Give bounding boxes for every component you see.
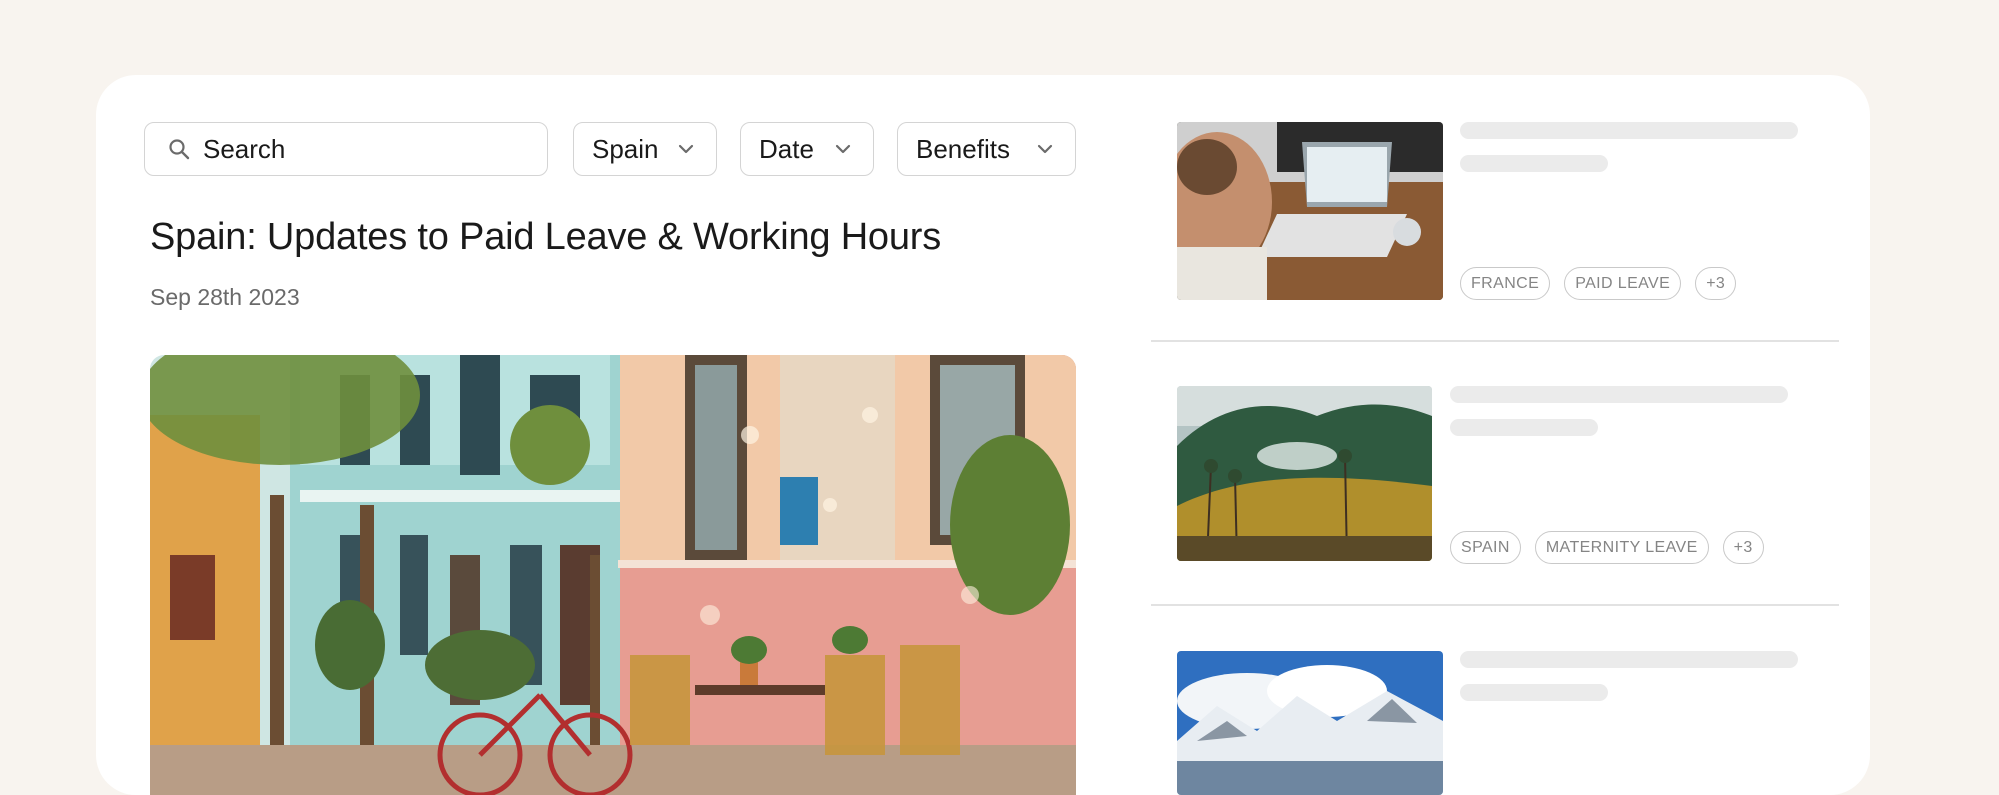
tag-list: SPAIN MATERNITY LEAVE +3 [1450, 531, 1764, 564]
article-hero-image[interactable] [150, 355, 1076, 795]
tag-badge[interactable]: MATERNITY LEAVE [1534, 531, 1709, 564]
article-title[interactable]: Spain: Updates to Paid Leave & Working H… [150, 216, 941, 259]
tag-badge[interactable]: PAID LEAVE [1564, 267, 1682, 300]
search-icon [169, 139, 190, 160]
list-divider [1151, 604, 1839, 606]
country-filter-dropdown[interactable]: Spain [573, 122, 717, 176]
chevron-down-icon [835, 144, 851, 154]
skeleton-title-line [1450, 386, 1788, 403]
skeleton-subtitle-line [1460, 155, 1608, 172]
chevron-down-icon [1037, 144, 1053, 154]
content-card: Spain Date Benefits Spain: Updates to Pa… [96, 75, 1870, 795]
benefits-filter-label: Benefits [916, 133, 1010, 164]
skeleton-title-line [1460, 651, 1798, 668]
tag-badge[interactable]: SPAIN [1450, 531, 1521, 564]
search-field[interactable] [144, 122, 548, 176]
skeleton-subtitle-line [1460, 684, 1608, 701]
benefits-filter-dropdown[interactable]: Benefits [897, 122, 1076, 176]
country-filter-label: Spain [592, 133, 659, 164]
tag-more-badge[interactable]: +3 [1695, 267, 1737, 300]
tag-badge[interactable]: FRANCE [1460, 267, 1551, 300]
list-divider [1151, 340, 1839, 342]
skeleton-title-line [1460, 122, 1798, 139]
search-input[interactable] [201, 132, 505, 166]
chevron-down-icon [678, 144, 694, 154]
tag-list: FRANCE PAID LEAVE +3 [1460, 267, 1737, 300]
list-item-thumbnail[interactable] [1177, 122, 1443, 300]
list-item-thumbnail[interactable] [1177, 386, 1432, 561]
skeleton-subtitle-line [1450, 419, 1598, 436]
date-filter-dropdown[interactable]: Date [740, 122, 874, 176]
list-item-thumbnail[interactable] [1177, 651, 1443, 795]
date-filter-label: Date [759, 133, 814, 164]
article-date: Sep 28th 2023 [150, 284, 300, 310]
tag-more-badge[interactable]: +3 [1722, 531, 1764, 564]
